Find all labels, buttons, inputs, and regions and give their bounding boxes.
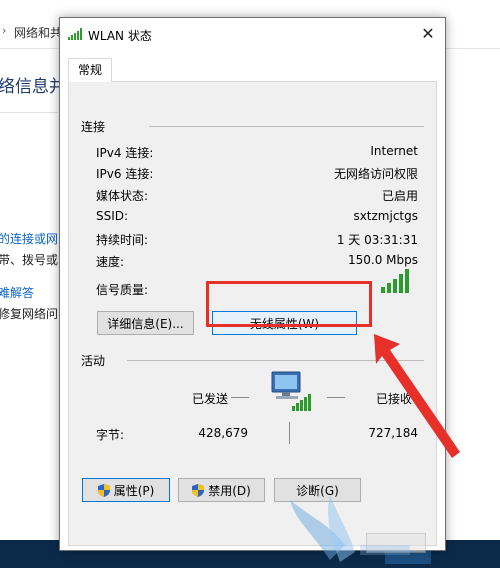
signal-strength-icon [381,269,409,293]
bytes-label: 字节: [96,428,125,442]
background-link-troubleshoot[interactable]: 难解答 [0,284,34,301]
wifi-signal-icon [68,28,82,40]
bytes-sent-value: 428,679 [198,426,248,440]
sent-label: 已发送 [192,392,229,406]
signal-quality-label: 信号质量: [96,283,149,297]
properties-button[interactable]: 属性(P) [82,478,170,502]
signal-bar [405,269,409,293]
disable-button[interactable]: 禁用(D) [178,478,265,502]
sent-line [231,397,249,398]
dialog-titlebar[interactable]: WLAN 状态 ✕ [60,18,445,50]
media-state-label: 媒体状态: [96,189,149,203]
received-line [327,397,345,398]
signal-bar [381,287,385,293]
background-text-repair: 修复网络问 [0,307,59,321]
details-button[interactable]: 详细信息(E)... [97,311,194,335]
speed-value: 150.0 Mbps [347,253,418,267]
duration-label: 持续时间: [96,233,149,247]
background-breadcrumb[interactable]: 网络和共 [14,24,62,41]
ipv4-label: IPv4 连接: [96,146,154,160]
duration-value: 1 天 03:31:31 [336,233,418,247]
close-dialog-button[interactable] [366,533,426,553]
uac-shield-icon [192,484,205,497]
ssid-value: sxtzmjctgs [353,209,418,223]
ssid-label: SSID: [96,209,129,223]
media-state-value: 已启用 [381,189,418,203]
connection-section-divider [149,126,424,127]
ipv6-label: IPv6 连接: [96,167,154,181]
dialog-title: WLAN 状态 [88,29,152,43]
annotation-highlight-box [206,281,372,327]
signal-bar [387,283,391,293]
close-button[interactable]: ✕ [417,23,439,45]
annotation-arrow-icon [374,334,460,458]
speed-label: 速度: [96,255,125,269]
signal-bar [399,274,403,293]
chevron-right-icon: › [2,24,7,37]
bytes-divider [289,422,290,444]
tab-strip: 常规 [68,58,437,82]
disable-button-label: 禁用(D) [208,484,251,498]
close-icon: ✕ [421,24,435,43]
uac-shield-icon [97,484,110,497]
connection-section-title: 连接 [81,120,106,134]
background-divider [0,112,58,113]
background-text-broadband: 带、拨号或 [0,253,59,267]
ipv4-value: Internet [370,144,418,158]
ipv6-value: 无网络访问权限 [333,167,418,181]
tab-general[interactable]: 常规 [68,58,112,82]
background-link-connection[interactable]: 的连接或网 [0,230,58,247]
signal-bar [393,279,397,293]
diagnose-button[interactable]: 诊断(G) [274,478,361,502]
properties-button-label: 属性(P) [113,484,155,498]
network-computer-icon [271,371,311,411]
activity-section-title: 活动 [81,354,106,368]
